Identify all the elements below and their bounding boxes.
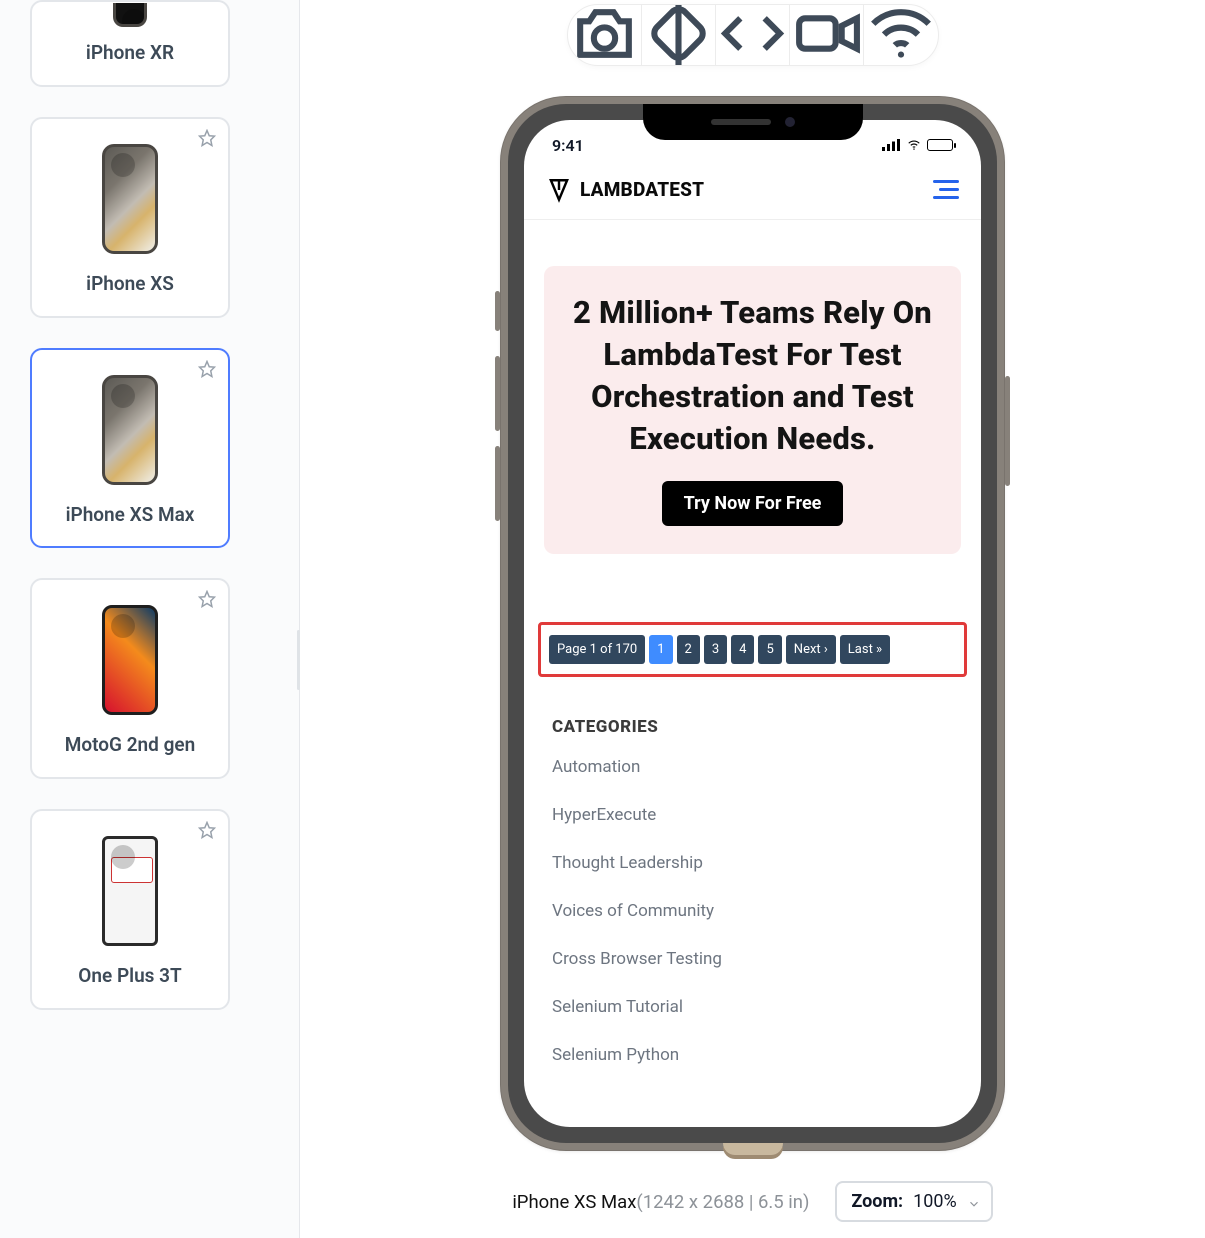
hero-heading: 2 Million+ Teams Rely On LambdaTest For … [566,292,939,459]
wifi-icon [864,4,938,66]
pagination-page-2[interactable]: 2 [677,635,700,664]
device-thumbnail [42,139,218,259]
status-time: 9:41 [552,136,584,155]
favorite-star-icon[interactable] [198,129,216,151]
footer-device-dims: (1242 x 2688 | 6.5 in) [636,1191,809,1213]
pagination-info: Page 1 of 170 [549,635,645,664]
device-mute-switch [495,291,500,331]
status-icons [881,138,953,152]
battery-icon [927,139,953,151]
pagination-page-4[interactable]: 4 [731,635,754,664]
hero-banner: 2 Million+ Teams Rely On LambdaTest For … [544,266,961,554]
pagination-page-5[interactable]: 5 [758,635,781,664]
favorite-star-icon[interactable] [198,590,216,612]
lambda-logo-icon [546,177,572,203]
device-card-iphone-xs-max[interactable]: iPhone XS Max [30,348,230,549]
device-thumbnail [42,831,218,951]
video-icon [790,4,863,66]
favorite-star-icon[interactable] [198,360,216,382]
pagination-highlight: Page 1 of 170 12345 Next › Last » [538,622,967,677]
pagination-last[interactable]: Last » [840,635,890,664]
preview-toolbar [567,4,939,66]
device-thumbnail [42,600,218,720]
camera-icon [568,4,641,66]
pagination-next[interactable]: Next › [786,635,836,664]
zoom-selector[interactable]: Zoom: 100% [835,1181,992,1222]
record-button[interactable] [790,5,864,65]
category-item[interactable]: HyperExecute [552,805,953,825]
chevron-down-icon [967,1195,981,1209]
category-item[interactable]: Voices of Community [552,901,953,921]
devtools-button[interactable] [716,5,790,65]
device-thumbnail [42,2,218,28]
device-chin [723,1143,783,1155]
devtools-icon [716,4,789,66]
hamburger-menu-button[interactable] [933,180,959,199]
zoom-label: Zoom: [851,1191,903,1212]
device-thumbnail [42,370,218,490]
categories-heading: CATEGORIES [552,717,953,737]
hero-cta-button[interactable]: Try Now For Free [662,481,844,526]
device-card-iphone-xr[interactable]: iPhone XR [30,0,230,87]
category-item[interactable]: Selenium Python [552,1045,953,1065]
brand-logo[interactable]: LAMBDATEST [546,177,704,203]
brand-name: LAMBDATEST [580,178,704,201]
wifi-status-icon [905,138,923,152]
device-power-button [1005,376,1010,486]
site-header: LAMBDATEST [524,160,981,220]
main-area: 9:41 LAMBDATEST [300,0,1205,1238]
favorite-star-icon[interactable] [198,821,216,843]
device-list-sidebar: iPhone XR iPhone XS iPhone XS Max MotoG 2nd… [0,0,300,1238]
device-info: iPhone XS Max(1242 x 2688 | 6.5 in) [512,1191,809,1213]
device-label: MotoG 2nd gen [42,734,218,757]
device-card-moto-g2[interactable]: MotoG 2nd gen [30,578,230,779]
signal-icon [881,139,901,151]
zoom-value: 100% [913,1191,957,1212]
categories-section: CATEGORIES Automation HyperExecute Thought… [552,717,953,1065]
rotate-button[interactable] [642,5,716,65]
device-notch [643,104,863,140]
device-card-iphone-xs[interactable]: iPhone XS [30,117,230,318]
footer-bar: iPhone XS Max(1242 x 2688 | 6.5 in) Zoom… [300,1181,1205,1222]
rotate-icon [642,4,715,66]
category-item[interactable]: Cross Browser Testing [552,949,953,969]
category-item[interactable]: Automation [552,757,953,777]
pagination-page-3[interactable]: 3 [704,635,727,664]
device-label: iPhone XS Max [42,504,218,527]
device-screen[interactable]: 9:41 LAMBDATEST [524,120,981,1127]
network-button[interactable] [864,5,938,65]
device-label: iPhone XR [42,42,218,65]
device-volume-down [495,446,500,521]
pagination-page-1[interactable]: 1 [649,635,672,664]
device-card-oneplus-3t[interactable]: One Plus 3T [30,809,230,1010]
category-item[interactable]: Thought Leadership [552,853,953,873]
category-item[interactable]: Selenium Tutorial [552,997,953,1017]
device-label: One Plus 3T [42,965,218,988]
device-volume-up [495,356,500,431]
screenshot-button[interactable] [568,5,642,65]
device-label: iPhone XS [42,273,218,296]
device-frame: 9:41 LAMBDATEST [500,96,1005,1151]
footer-device-name: iPhone XS Max [512,1191,636,1213]
